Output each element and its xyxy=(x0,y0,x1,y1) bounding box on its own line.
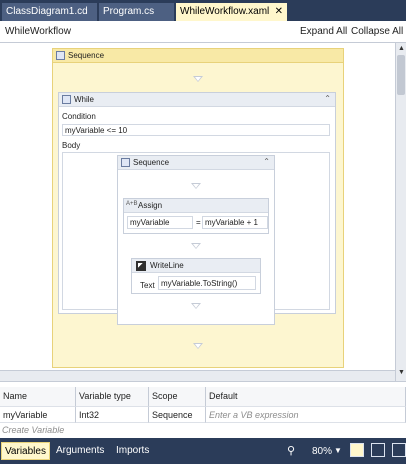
designer-bottom-bar: Variables Arguments Imports ⚲ 80% ▼ xyxy=(0,438,406,464)
activity-title: While xyxy=(74,95,95,104)
overview-icon[interactable] xyxy=(371,443,385,457)
activity-header: A+B Assign xyxy=(124,199,268,213)
assign-to-input[interactable]: myVariable xyxy=(127,216,193,229)
table-row[interactable]: myVariable Int32 Sequence Enter a VB exp… xyxy=(0,406,406,423)
tab-classdiagram[interactable]: ClassDiagram1.cd xyxy=(2,3,97,21)
scroll-down-icon[interactable]: ▼ xyxy=(398,369,405,376)
activity-header: While ⌃ xyxy=(59,93,335,107)
drop-arrow-icon[interactable] xyxy=(193,76,203,82)
variable-scope-cell[interactable]: Sequence xyxy=(149,406,206,423)
sequence-icon xyxy=(56,51,65,60)
activity-title: Sequence xyxy=(133,158,170,167)
activity-title: Sequence xyxy=(68,51,105,60)
activity-header: Sequence xyxy=(53,49,343,63)
drop-arrow-icon[interactable] xyxy=(191,183,201,189)
condition-label: Condition xyxy=(62,112,96,121)
scroll-up-icon[interactable]: ▲ xyxy=(398,45,405,52)
collapse-chevron-icon[interactable]: ⌃ xyxy=(263,157,270,166)
text-label: Text xyxy=(140,281,155,290)
condition-input[interactable]: myVariable <= 10 xyxy=(62,124,330,136)
tab-label: WhileWorkflow.xaml xyxy=(180,6,270,17)
drop-arrow-icon[interactable] xyxy=(191,243,201,249)
drop-arrow-icon[interactable] xyxy=(193,343,203,349)
vertical-scrollbar[interactable]: ▲ ▼ xyxy=(395,43,406,381)
column-header-name[interactable]: Name xyxy=(0,387,76,406)
activity-header: WriteLine xyxy=(132,259,260,273)
assign-activity[interactable]: A+B Assign myVariable = myVariable + 1 xyxy=(123,198,269,234)
zoom-level[interactable]: 80% xyxy=(312,446,332,457)
body-label: Body xyxy=(62,141,81,150)
sequence-activity-inner[interactable]: Sequence ⌃ xyxy=(117,155,275,325)
activity-title: Assign xyxy=(138,201,163,210)
magnifier-icon[interactable]: ⚲ xyxy=(287,444,299,457)
activity-title: WriteLine xyxy=(150,261,184,270)
breadcrumb[interactable]: WhileWorkflow xyxy=(5,26,71,37)
writeline-text-input[interactable]: myVariable.ToString() xyxy=(158,276,256,290)
close-icon[interactable]: ✕ xyxy=(275,3,283,20)
assign-value-input[interactable]: myVariable + 1 xyxy=(202,216,268,229)
collapse-all-button[interactable]: Collapse All xyxy=(351,26,403,37)
writeline-icon xyxy=(136,261,146,271)
variable-type-cell[interactable]: Int32 xyxy=(76,406,149,423)
column-header-scope[interactable]: Scope xyxy=(149,387,206,406)
variable-default-input[interactable]: Enter a VB expression xyxy=(206,406,406,423)
variable-name-cell[interactable]: myVariable xyxy=(0,406,76,423)
variables-panel: Name Variable type Scope Default myVaria… xyxy=(0,381,406,438)
column-header-default[interactable]: Default xyxy=(206,387,406,406)
assign-icon: A+B xyxy=(126,201,138,207)
horizontal-scrollbar[interactable] xyxy=(0,370,395,381)
sequence-icon xyxy=(121,158,130,167)
drop-arrow-icon[interactable] xyxy=(191,303,201,309)
activity-header: Sequence ⌃ xyxy=(118,156,274,170)
assign-operator: = xyxy=(196,218,201,227)
workflow-canvas[interactable]: Sequence While ⌃ Condition myVariable <=… xyxy=(0,43,395,381)
chevron-down-icon[interactable]: ▼ xyxy=(334,446,342,455)
overview-panel-icon[interactable] xyxy=(392,443,406,457)
tab-whileworkflow[interactable]: WhileWorkflow.xaml ✕ xyxy=(176,3,287,21)
while-icon xyxy=(62,95,71,104)
tab-variables[interactable]: Variables xyxy=(1,442,50,460)
designer-header: WhileWorkflow Expand All Collapse All xyxy=(0,21,406,43)
collapse-chevron-icon[interactable]: ⌃ xyxy=(324,94,331,103)
tab-imports[interactable]: Imports xyxy=(113,442,152,460)
column-header-type[interactable]: Variable type xyxy=(76,387,149,406)
variables-grid-header: Name Variable type Scope Default xyxy=(0,387,406,406)
expand-all-button[interactable]: Expand All xyxy=(300,26,347,37)
document-tab-strip: ClassDiagram1.cd Program.cs WhileWorkflo… xyxy=(0,0,406,21)
tab-arguments[interactable]: Arguments xyxy=(53,442,107,460)
fit-to-screen-icon[interactable] xyxy=(350,443,364,457)
scroll-thumb[interactable] xyxy=(397,55,405,95)
tab-program-cs[interactable]: Program.cs xyxy=(99,3,174,21)
create-variable-link[interactable]: Create Variable xyxy=(2,425,64,435)
writeline-activity[interactable]: WriteLine Text myVariable.ToString() xyxy=(131,258,261,294)
